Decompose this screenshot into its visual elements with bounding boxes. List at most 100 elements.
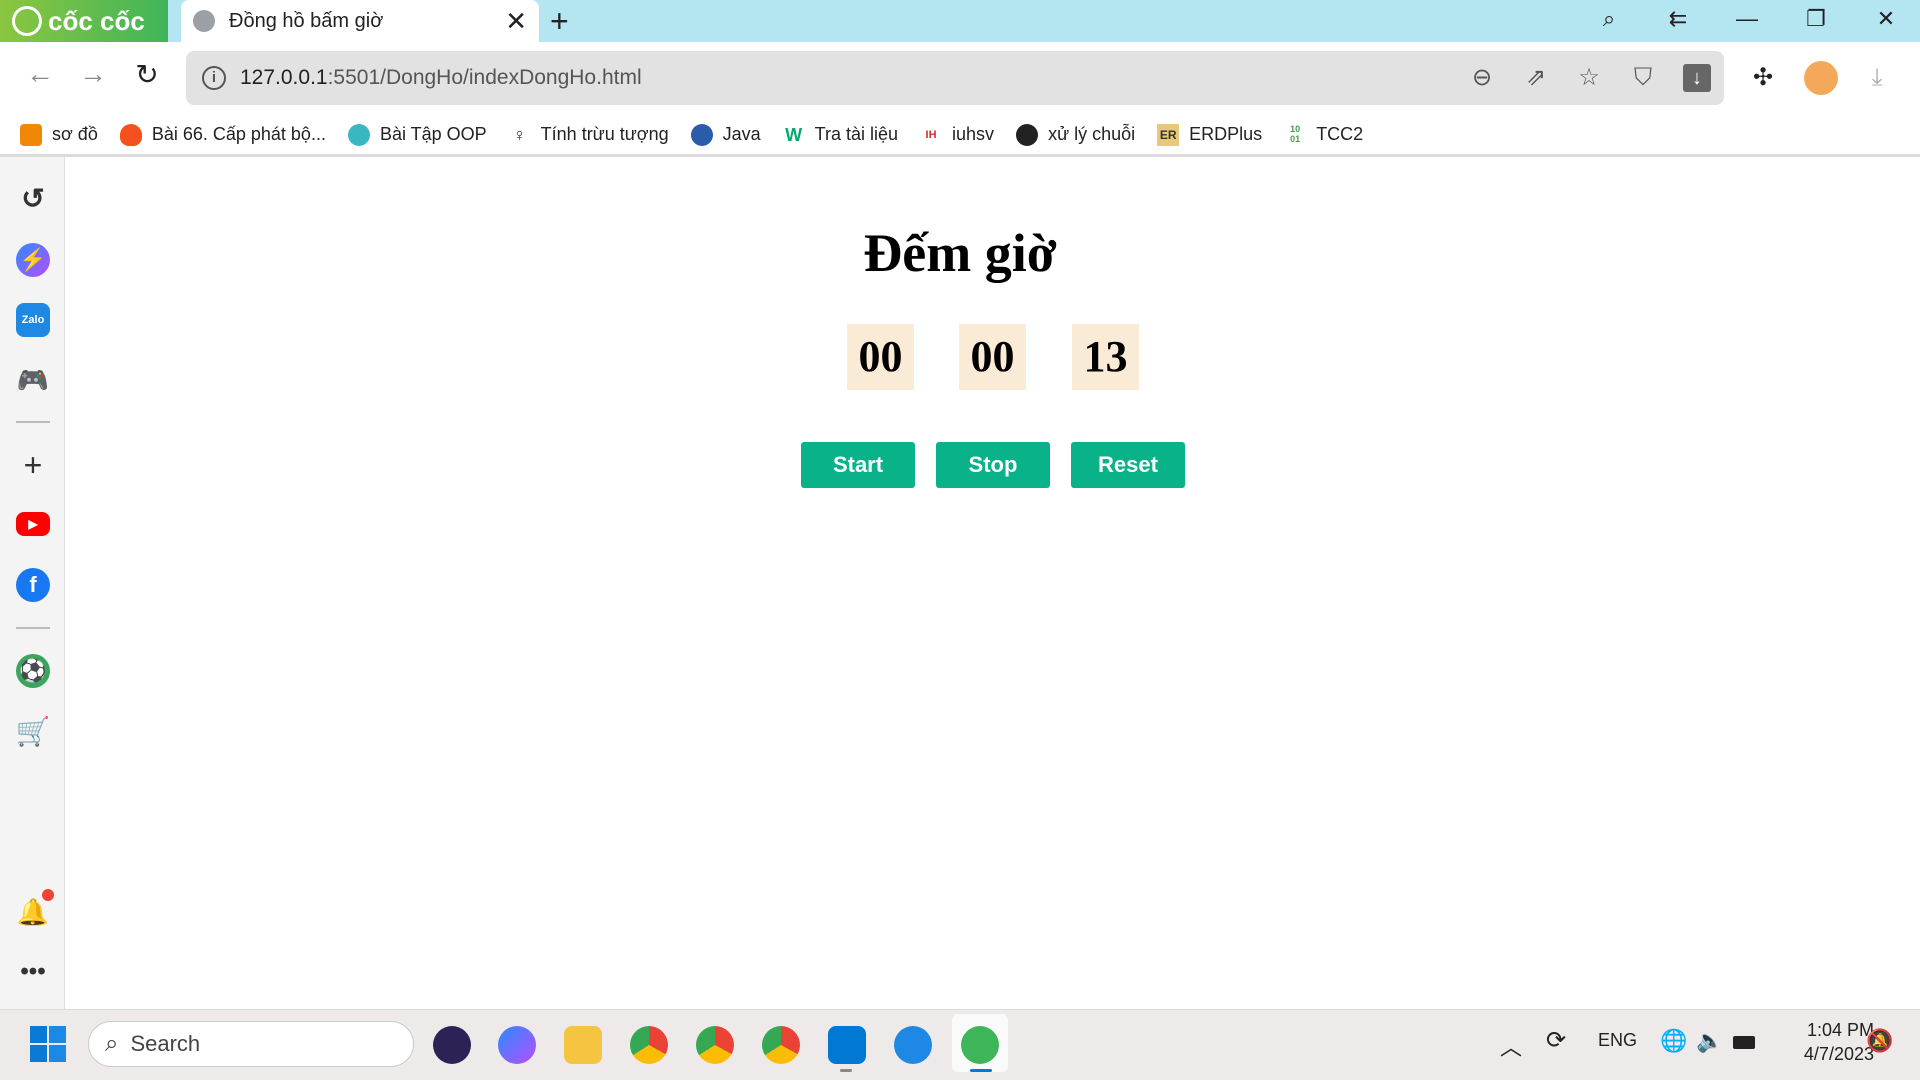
minutes-display: 00	[959, 324, 1026, 390]
share-icon[interactable]: ⇗	[1520, 62, 1552, 94]
download-page-icon[interactable]: ↓	[1683, 64, 1711, 92]
clock-time[interactable]: 1:04 PM	[1790, 1020, 1874, 1041]
search-icon: ⌕	[105, 1030, 119, 1057]
zalo-icon[interactable]: Zalo	[16, 303, 50, 337]
url-host: 127.0.0.1	[240, 66, 328, 89]
downloads-icon[interactable]: ⤓	[1861, 62, 1893, 94]
coccoc-logo-icon	[12, 6, 42, 36]
language-indicator[interactable]: ENG	[1598, 1030, 1637, 1051]
sync-icon[interactable]: ⟳	[1546, 1026, 1566, 1055]
clock-date[interactable]: 4/7/2023	[1770, 1044, 1874, 1065]
zoom-out-icon[interactable]: ⊖	[1466, 62, 1498, 94]
hours-display: 00	[847, 324, 914, 390]
globe-icon	[1016, 123, 1039, 146]
facebook-icon[interactable]: f	[16, 568, 50, 602]
info-icon[interactable]: i	[202, 66, 226, 90]
profile-avatar[interactable]	[1804, 61, 1838, 95]
active-indicator	[970, 1069, 992, 1072]
reset-button[interactable]: Reset	[1071, 442, 1185, 488]
bookmark-label: ERDPlus	[1189, 124, 1263, 144]
chrome-profile-2-icon[interactable]	[696, 1026, 734, 1064]
reload-button[interactable]: ↻	[127, 58, 167, 91]
vscode-icon[interactable]	[828, 1026, 866, 1064]
bookmark-xu-ly-chuoi[interactable]: xử lý chuỗi	[1016, 123, 1136, 146]
bookmark-label: Tính trừu tượng	[540, 124, 669, 144]
er-icon: ER	[1157, 123, 1180, 146]
sidebar-divider	[16, 627, 50, 629]
star-icon[interactable]: ☆	[1573, 62, 1605, 94]
person-icon: ♀	[512, 124, 527, 145]
bookmark-label: iuhsv	[952, 124, 995, 144]
bookmark-label: Bài 66. Cấp phát bộ...	[151, 124, 326, 144]
w3-icon: W	[785, 124, 803, 145]
windows-start-icon[interactable]	[30, 1026, 66, 1062]
fire-icon	[119, 123, 142, 146]
bookmark-tcc2[interactable]: 10 01 TCC2	[1284, 124, 1363, 146]
tab-active[interactable]: Đồng hồ bấm giờ ✕	[181, 0, 539, 42]
chrome-profile-1-icon[interactable]	[630, 1026, 668, 1064]
add-icon[interactable]: +	[16, 447, 50, 483]
more-icon[interactable]: •••	[16, 955, 50, 989]
bookmark-label: Tra tài liệu	[814, 124, 899, 144]
coccoc-logo[interactable]: cốc cốc	[0, 0, 168, 42]
search-placeholder: Search	[130, 1031, 201, 1056]
drawio-icon	[20, 123, 42, 146]
stop-button[interactable]: Stop	[936, 442, 1050, 488]
bookmark-tra-tai-lieu[interactable]: W Tra tài liệu	[783, 124, 898, 146]
bookmark-erdplus[interactable]: ER ERDPlus	[1157, 123, 1263, 146]
history-icon[interactable]: ↺	[16, 181, 50, 215]
network-icon[interactable]: 🌐	[1660, 1028, 1687, 1054]
bookmark-java[interactable]: Java	[690, 123, 761, 146]
file-explorer-icon[interactable]	[564, 1026, 602, 1064]
back-list-icon[interactable]: ⇇	[1658, 6, 1698, 32]
extensions-icon[interactable]: ✣	[1747, 62, 1779, 94]
bookmark-label: xử lý chuỗi	[1048, 124, 1136, 144]
brand-name: cốc cốc	[48, 5, 145, 36]
screen-search-icon[interactable]: ⌕	[1589, 6, 1629, 32]
chrome-icon[interactable]	[762, 1026, 800, 1064]
coccoc-taskbar-icon[interactable]	[961, 1026, 999, 1064]
iuh-icon: IH	[925, 128, 937, 141]
notification-center-icon[interactable]: 🔕	[1866, 1028, 1893, 1054]
taskbar-search[interactable]: ⌕ Search	[88, 1021, 414, 1067]
bookmark-label: sơ đồ	[52, 124, 98, 144]
eclipse-icon[interactable]	[433, 1026, 471, 1064]
game-controller-icon[interactable]: 🎮	[16, 363, 50, 397]
bookmarks-bar: sơ đồ Bài 66. Cấp phát bộ... Bài Tập OOP…	[0, 115, 1920, 157]
shield-icon[interactable]: ⛉	[1627, 62, 1659, 94]
back-button[interactable]: ←	[20, 58, 60, 90]
new-tab-button[interactable]: +	[550, 2, 569, 40]
bookmark-tinh-truu-tuong[interactable]: ♀ Tính trừu tượng	[509, 124, 669, 146]
notification-dot	[42, 889, 54, 901]
binary-icon: 10 01	[1290, 123, 1301, 144]
globe-icon	[193, 10, 215, 32]
seconds-display: 13	[1072, 324, 1139, 390]
close-window-button[interactable]: ✕	[1866, 6, 1906, 32]
bookmark-so-do[interactable]: sơ đồ	[20, 123, 98, 146]
bookmark-bai-tap-oop[interactable]: Bài Tập OOP	[347, 123, 487, 146]
youtube-icon[interactable]: ▶	[16, 512, 50, 536]
running-indicator	[840, 1069, 852, 1072]
forward-button[interactable]: →	[73, 58, 113, 90]
dpt-icon	[347, 123, 370, 146]
bookmark-bai-66[interactable]: Bài 66. Cấp phát bộ...	[119, 123, 326, 146]
bookmark-label: TCC2	[1316, 124, 1364, 144]
close-tab-icon[interactable]: ✕	[505, 6, 527, 37]
page-title: Đếm giờ	[863, 223, 1057, 283]
zalo-taskbar-icon[interactable]	[894, 1026, 932, 1064]
sidebar-divider	[16, 421, 50, 423]
bookmark-label: Java	[722, 124, 761, 144]
football-icon[interactable]: ⚽	[16, 654, 50, 688]
messenger-taskbar-icon[interactable]	[498, 1026, 536, 1064]
bookmark-iuhsv[interactable]: IH iuhsv	[920, 124, 995, 146]
show-hidden-icons-chevron[interactable]: ︿	[1500, 1030, 1522, 1062]
battery-icon[interactable]	[1733, 1036, 1755, 1049]
url-path: :5501/DongHo/indexDongHo.html	[327, 66, 642, 89]
start-button[interactable]: Start	[801, 442, 915, 488]
minimize-button[interactable]: —	[1727, 6, 1767, 32]
restore-button[interactable]: ❐	[1796, 6, 1836, 32]
shopping-cart-icon[interactable]: 🛒	[16, 714, 51, 748]
volume-icon[interactable]: 🔈	[1696, 1028, 1723, 1054]
java-globe-icon	[690, 123, 713, 146]
tab-title: Đồng hồ bấm giờ	[229, 9, 384, 32]
